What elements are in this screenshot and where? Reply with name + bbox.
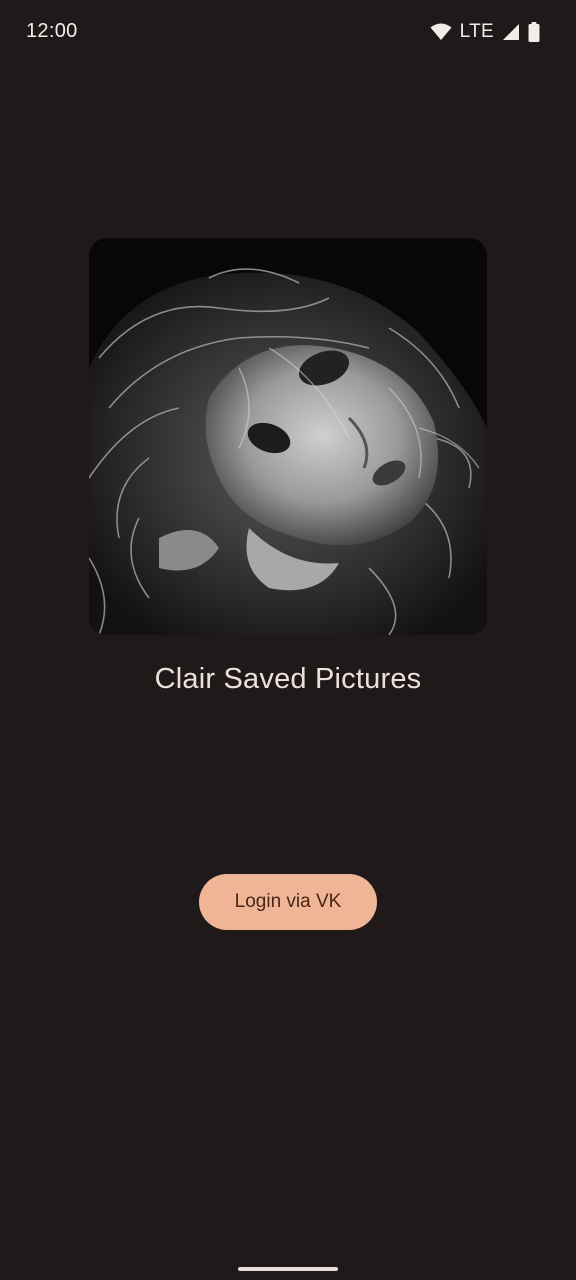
cellular-signal-icon	[502, 23, 520, 41]
login-via-vk-button[interactable]: Login via VK	[199, 874, 377, 930]
app-title: Clair Saved Pictures	[154, 663, 422, 695]
wifi-icon	[430, 23, 452, 41]
status-bar: 12:00 LTE	[0, 0, 576, 64]
network-type-label: LTE	[459, 21, 494, 42]
status-icons: LTE	[430, 20, 540, 44]
battery-icon	[528, 22, 540, 42]
hero-photo	[89, 238, 487, 635]
status-time: 12:00	[26, 20, 78, 42]
home-indicator[interactable]	[238, 1267, 338, 1271]
